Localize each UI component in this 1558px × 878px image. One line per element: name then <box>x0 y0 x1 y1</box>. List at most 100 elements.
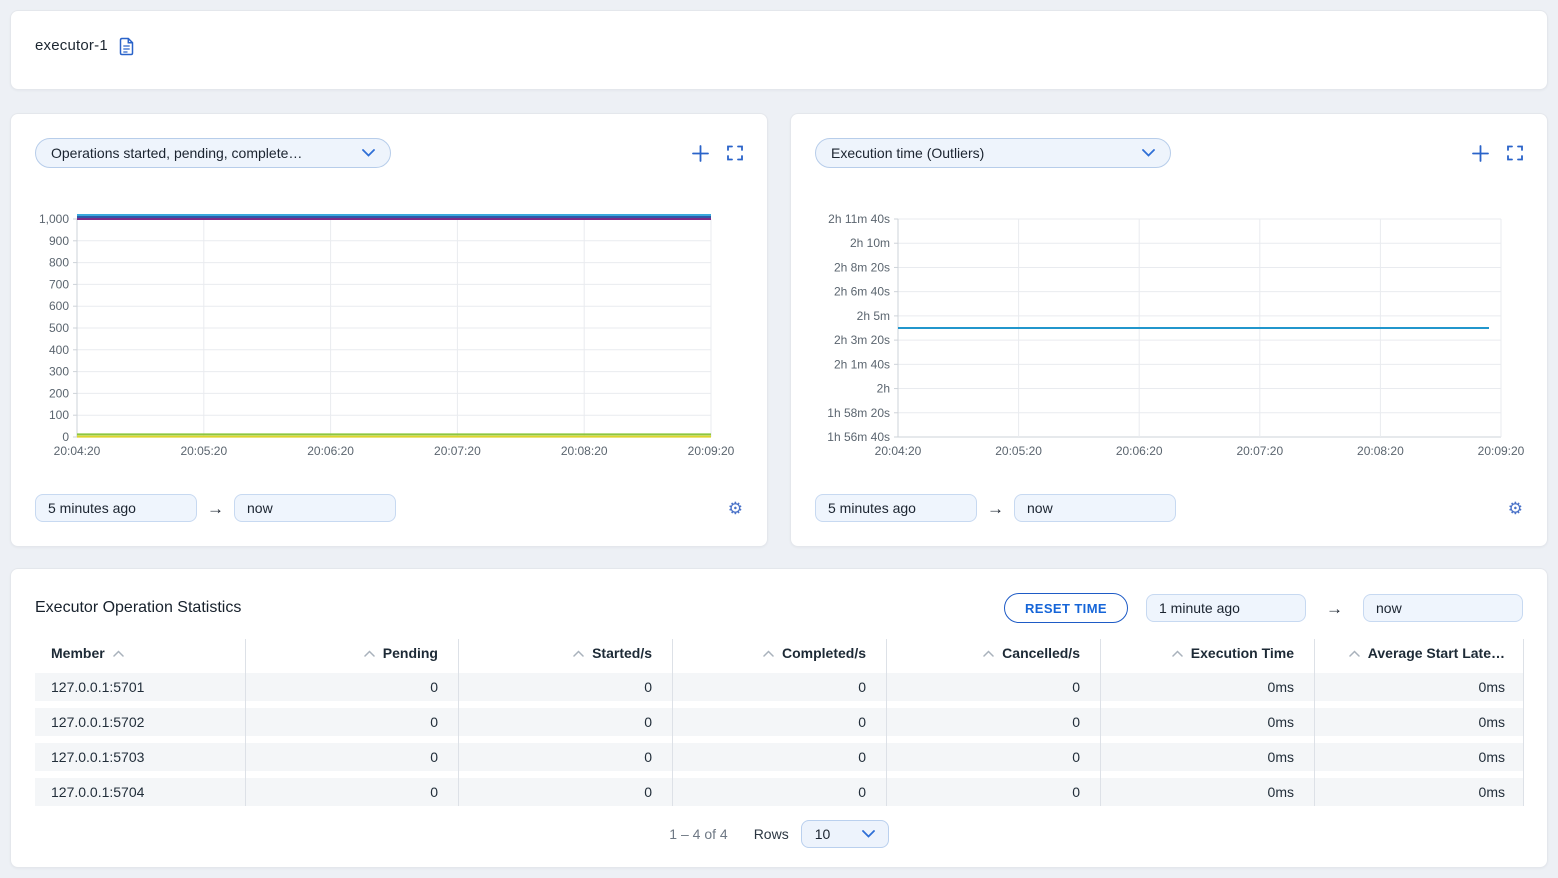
stats-table-header: Member Pending Started/s Completed/s Cancell… <box>35 639 1523 667</box>
column-label: Average Start Late… <box>1368 645 1505 661</box>
svg-text:20:09:20: 20:09:20 <box>688 444 735 458</box>
value-cell: 0 <box>458 743 672 771</box>
svg-text:200: 200 <box>49 386 69 400</box>
svg-text:20:05:20: 20:05:20 <box>995 444 1042 458</box>
sort-chevron-icon <box>1172 650 1183 657</box>
value-cell: 0 <box>672 778 886 806</box>
table-row[interactable]: 127.0.0.1:570200000ms0ms <box>35 708 1523 736</box>
column-header[interactable]: Started/s <box>458 639 672 667</box>
arrow-right-icon: → <box>207 500 224 517</box>
column-label: Execution Time <box>1191 645 1294 661</box>
operations-chart-panel: Operations started, pending, complete… 1… <box>10 113 768 547</box>
stats-table: Member Pending Started/s Completed/s Cancell… <box>35 639 1523 806</box>
add-chart-icon[interactable] <box>1472 145 1489 162</box>
time-from-input[interactable] <box>35 494 197 522</box>
table-row[interactable]: 127.0.0.1:570300000ms0ms <box>35 743 1523 771</box>
operations-chart[interactable]: 1,000900800700600500400300200100020:04:2… <box>35 213 743 463</box>
value-cell: 0 <box>672 743 886 771</box>
value-cell: 0 <box>672 708 886 736</box>
svg-text:20:05:20: 20:05:20 <box>180 444 227 458</box>
value-cell: 0ms <box>1100 708 1314 736</box>
document-icon[interactable] <box>118 37 135 56</box>
column-header[interactable]: Completed/s <box>672 639 886 667</box>
sort-chevron-icon <box>113 650 124 657</box>
sort-chevron-icon <box>983 650 994 657</box>
value-cell: 0ms <box>1314 778 1525 806</box>
member-cell: 127.0.0.1:5704 <box>35 778 245 806</box>
time-to-input[interactable] <box>234 494 396 522</box>
svg-text:500: 500 <box>49 321 69 335</box>
svg-text:400: 400 <box>49 343 69 357</box>
metric-selector-dropdown[interactable]: Operations started, pending, complete… <box>35 138 391 168</box>
column-label: Completed/s <box>782 645 866 661</box>
gear-icon[interactable]: ⚙ <box>728 500 743 517</box>
table-row[interactable]: 127.0.0.1:570400000ms0ms <box>35 778 1523 806</box>
arrow-right-icon: → <box>1326 600 1343 617</box>
metric-selector-dropdown[interactable]: Execution time (Outliers) <box>815 138 1171 168</box>
page-title: executor-1 <box>35 37 108 54</box>
stats-title: Executor Operation Statistics <box>35 599 241 617</box>
column-label: Started/s <box>592 645 652 661</box>
value-cell: 0 <box>458 673 672 701</box>
svg-text:900: 900 <box>49 234 69 248</box>
value-cell: 0ms <box>1314 743 1525 771</box>
column-header[interactable]: Average Start Late… <box>1314 639 1525 667</box>
time-to-input[interactable] <box>1363 594 1523 622</box>
charts-row: Operations started, pending, complete… 1… <box>10 113 1548 547</box>
sort-chevron-icon <box>364 650 375 657</box>
sort-chevron-icon <box>1349 650 1360 657</box>
operations-panel-header: Operations started, pending, complete… <box>35 138 743 168</box>
chevron-down-icon <box>1142 149 1155 157</box>
execution-panel-header: Execution time (Outliers) <box>815 138 1523 168</box>
svg-text:20:09:20: 20:09:20 <box>1478 444 1525 458</box>
value-cell: 0 <box>245 778 458 806</box>
rows-per-page-value: 10 <box>815 826 831 842</box>
svg-text:0: 0 <box>62 430 69 444</box>
value-cell: 0 <box>886 673 1100 701</box>
fullscreen-icon[interactable] <box>727 145 743 161</box>
chevron-down-icon <box>862 830 875 838</box>
svg-text:20:07:20: 20:07:20 <box>1236 444 1283 458</box>
svg-text:1h 56m 40s: 1h 56m 40s <box>827 430 890 444</box>
gear-icon[interactable]: ⚙ <box>1508 500 1523 517</box>
value-cell: 0 <box>458 778 672 806</box>
svg-text:1,000: 1,000 <box>39 212 69 226</box>
svg-text:2h 5m: 2h 5m <box>857 309 890 323</box>
metric-selector-label: Execution time (Outliers) <box>831 145 984 161</box>
add-chart-icon[interactable] <box>692 145 709 162</box>
column-header[interactable]: Member <box>35 639 245 667</box>
value-cell: 0ms <box>1314 708 1525 736</box>
column-label: Member <box>51 645 105 661</box>
svg-text:600: 600 <box>49 299 69 313</box>
value-cell: 0ms <box>1100 743 1314 771</box>
column-label: Cancelled/s <box>1002 645 1080 661</box>
table-row[interactable]: 127.0.0.1:570100000ms0ms <box>35 673 1523 701</box>
execution-time-chart-panel: Execution time (Outliers) 2h 11m 40s2h 1… <box>790 113 1548 547</box>
svg-text:20:04:20: 20:04:20 <box>54 444 101 458</box>
svg-text:20:06:20: 20:06:20 <box>1116 444 1163 458</box>
pagination: 1 – 4 of 4 Rows 10 <box>35 820 1523 848</box>
value-cell: 0 <box>245 743 458 771</box>
value-cell: 0 <box>245 673 458 701</box>
member-cell: 127.0.0.1:5702 <box>35 708 245 736</box>
value-cell: 0ms <box>1100 778 1314 806</box>
column-header[interactable]: Pending <box>245 639 458 667</box>
value-cell: 0ms <box>1314 673 1525 701</box>
value-cell: 0 <box>886 708 1100 736</box>
column-header[interactable]: Execution Time <box>1100 639 1314 667</box>
value-cell: 0 <box>245 708 458 736</box>
value-cell: 0ms <box>1100 673 1314 701</box>
execution-time-chart[interactable]: 2h 11m 40s2h 10m2h 8m 20s2h 6m 40s2h 5m2… <box>815 213 1523 463</box>
reset-time-button[interactable]: RESET TIME <box>1004 593 1128 623</box>
page-range: 1 – 4 of 4 <box>669 826 727 842</box>
value-cell: 0 <box>886 743 1100 771</box>
svg-text:2h 1m 40s: 2h 1m 40s <box>834 357 890 371</box>
time-from-input[interactable] <box>815 494 977 522</box>
column-label: Pending <box>383 645 438 661</box>
chevron-down-icon <box>362 149 375 157</box>
time-from-input[interactable] <box>1146 594 1306 622</box>
rows-per-page-select[interactable]: 10 <box>801 820 889 848</box>
fullscreen-icon[interactable] <box>1507 145 1523 161</box>
column-header[interactable]: Cancelled/s <box>886 639 1100 667</box>
time-to-input[interactable] <box>1014 494 1176 522</box>
